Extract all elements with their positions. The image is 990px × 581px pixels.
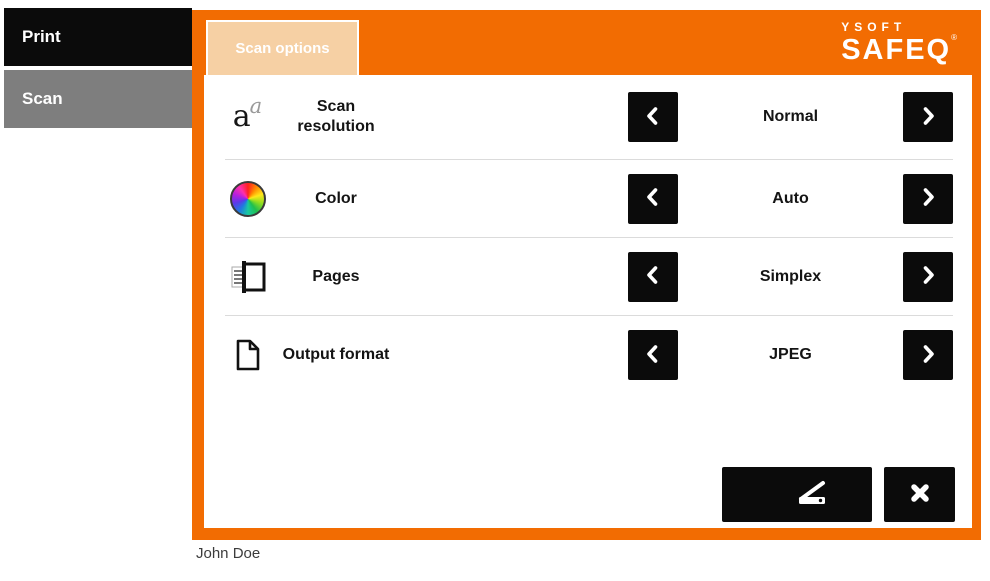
tab-scan-options[interactable]: Scan options <box>206 20 359 75</box>
row-output-format: Output format JPEG <box>225 316 953 394</box>
close-button[interactable] <box>884 467 955 522</box>
scan-resolution-next-button[interactable] <box>903 92 953 142</box>
start-scan-button[interactable] <box>722 467 872 522</box>
output-format-next-button[interactable] <box>903 330 953 380</box>
color-wheel-icon <box>225 181 271 217</box>
chevron-left-icon <box>641 342 665 369</box>
chevron-right-icon <box>916 185 940 212</box>
color-label: Color <box>277 189 395 209</box>
scan-resolution-prev-button[interactable] <box>628 92 678 142</box>
row-scan-resolution: aa Scan resolution Normal <box>225 75 953 160</box>
chevron-right-icon <box>916 263 940 290</box>
pages-label: Pages <box>277 267 395 287</box>
ysoft-safeq-logo: YSOFT SAFEQ® <box>841 21 959 65</box>
output-format-label: Output format <box>277 345 395 365</box>
chevron-left-icon <box>641 104 665 131</box>
sidebar-item-scan[interactable]: Scan <box>4 70 192 128</box>
scan-resolution-value: Normal <box>678 108 903 126</box>
output-format-prev-button[interactable] <box>628 330 678 380</box>
registered-mark: ® <box>951 33 959 42</box>
scan-options-panel: Scan options YSOFT SAFEQ® aa Scan resolu… <box>192 10 981 540</box>
close-x-icon <box>908 481 932 508</box>
color-next-button[interactable] <box>903 174 953 224</box>
sidebar-item-print[interactable]: Print <box>4 8 192 66</box>
pages-next-button[interactable] <box>903 252 953 302</box>
pages-value: Simplex <box>678 268 903 286</box>
logo-main-text: SAFEQ® <box>841 36 959 65</box>
logged-in-user-name: John Doe <box>196 545 260 562</box>
logo-top-text: YSOFT <box>841 21 959 33</box>
row-color: Color Auto <box>225 160 953 238</box>
output-format-icon <box>225 339 271 371</box>
sidebar-item-scan-label: Scan <box>22 89 63 109</box>
chevron-left-icon <box>641 263 665 290</box>
output-format-value: JPEG <box>678 346 903 364</box>
scan-resolution-label: Scan resolution <box>277 97 395 137</box>
chevron-right-icon <box>916 342 940 369</box>
row-pages: Pages Simplex <box>225 238 953 316</box>
pages-icon <box>225 260 271 294</box>
color-prev-button[interactable] <box>628 174 678 224</box>
scanner-icon <box>765 480 829 509</box>
tab-scan-options-label: Scan options <box>235 40 329 57</box>
scan-resolution-icon: aa <box>225 102 271 132</box>
chevron-right-icon <box>916 104 940 131</box>
color-value: Auto <box>678 190 903 208</box>
chevron-left-icon <box>641 185 665 212</box>
pages-prev-button[interactable] <box>628 252 678 302</box>
sidebar-item-print-label: Print <box>22 27 61 47</box>
options-list: aa Scan resolution Normal <box>204 75 972 528</box>
